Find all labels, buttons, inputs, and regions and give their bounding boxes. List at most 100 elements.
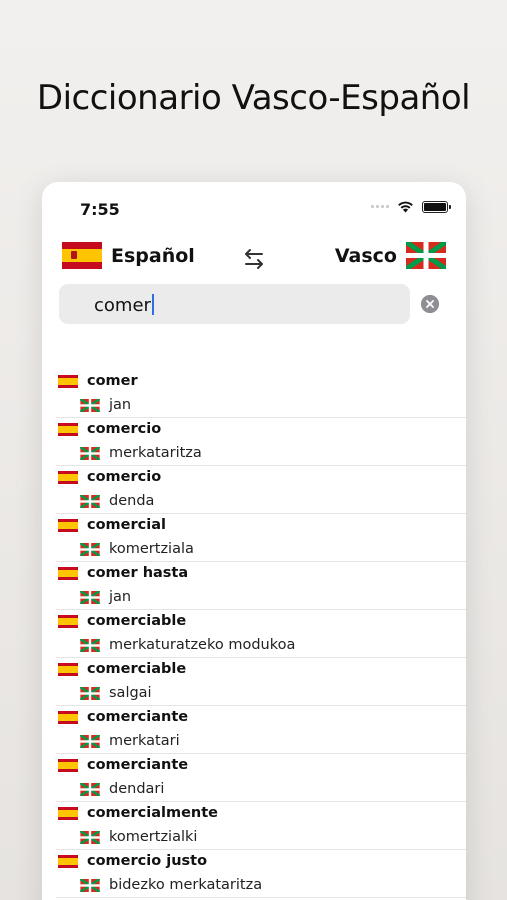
basque-word: merkaturatzeko modukoa [109,637,296,653]
basque-word: denda [109,493,155,509]
result-row[interactable]: comercio merkataritza [42,418,466,466]
phone-screen: 7:55 Español Vasco comer comer jan comer… [42,182,466,900]
basque-translation: denda [80,493,154,509]
result-row[interactable]: comer jan [42,370,466,418]
spanish-word: comerciante [87,757,189,773]
ikurrina-flag-icon [80,734,100,748]
result-row[interactable]: comercial komertziala [42,514,466,562]
basque-word: dendari [109,781,165,797]
spanish-entry: comerciante [58,757,188,773]
spanish-word: comerciante [87,709,189,725]
spanish-word: comer hasta [87,565,189,581]
spanish-word: comercial [87,517,166,533]
basque-translation: bidezko merkataritza [80,877,262,893]
source-language-button[interactable]: Español [62,242,195,269]
battery-icon [422,200,451,213]
basque-translation: salgai [80,685,152,701]
spain-flag-icon [62,242,102,269]
spanish-entry: comercialmente [58,805,218,821]
spanish-entry: comerciante [58,709,188,725]
text-caret [151,294,154,315]
spanish-entry: comercio [58,469,161,485]
result-row[interactable]: comerciante merkatari [42,706,466,754]
spain-flag-icon [58,422,78,436]
spain-flag-icon [58,518,78,532]
ikurrina-flag-icon [80,878,100,892]
basque-word: komertziala [109,541,194,557]
result-row[interactable]: comercio denda [42,466,466,514]
spanish-entry: comercio justo [58,853,207,869]
result-row[interactable]: comerciable merkaturatzeko modukoa [42,610,466,658]
row-divider [56,897,466,898]
spanish-entry: comercio [58,421,161,437]
ikurrina-flag-icon [80,830,100,844]
spain-flag-icon [58,854,78,868]
spanish-entry: comer [58,373,138,389]
status-bar: 7:55 [42,182,466,232]
basque-translation: jan [80,397,131,413]
spanish-entry: comerciable [58,661,186,677]
spanish-word: comerciable [87,613,187,629]
basque-translation: jan [80,589,131,605]
basque-word: merkataritza [109,445,202,461]
wifi-icon [398,201,413,213]
basque-translation: komertziala [80,541,194,557]
spain-flag-icon [58,614,78,628]
result-row[interactable]: comerciante dendari [42,754,466,802]
spanish-word: comercio [87,421,162,437]
ikurrina-flag-icon [80,398,100,412]
language-selector: Español Vasco [42,232,466,282]
status-time: 7:55 [80,200,120,219]
clear-search-icon[interactable] [421,295,439,313]
basque-word: jan [109,589,132,605]
search-row: comer [42,282,466,334]
spain-flag-icon [58,758,78,772]
spanish-word: comercio justo [87,853,208,869]
target-language-label: Vasco [334,244,397,267]
basque-word: komertzialki [109,829,198,845]
result-row[interactable]: comer hasta jan [42,562,466,610]
swap-languages-icon[interactable] [240,246,268,272]
ikurrina-flag-icon [80,782,100,796]
result-row[interactable]: comercio justo bidezko merkataritza [42,850,466,898]
ikurrina-flag-icon [406,242,446,269]
result-row[interactable]: comerciable salgai [42,658,466,706]
spanish-entry: comercial [58,517,166,533]
source-language-label: Español [111,244,195,267]
spain-flag-icon [58,710,78,724]
spanish-entry: comerciable [58,613,186,629]
basque-translation: dendari [80,781,164,797]
spanish-word: comercialmente [87,805,219,821]
spain-flag-icon [58,374,78,388]
spain-flag-icon [58,470,78,484]
basque-word: salgai [109,685,152,701]
basque-translation: merkatari [80,733,180,749]
status-icons [371,200,451,213]
ikurrina-flag-icon [80,494,100,508]
basque-translation: merkataritza [80,445,202,461]
basque-translation: merkaturatzeko modukoa [80,637,295,653]
spanish-word: comer [87,373,138,389]
search-input-value: comer [94,294,154,316]
result-row[interactable]: comercialmente komertzialki [42,802,466,850]
spain-flag-icon [58,806,78,820]
ikurrina-flag-icon [80,446,100,460]
spain-flag-icon [58,662,78,676]
basque-translation: komertzialki [80,829,197,845]
ikurrina-flag-icon [80,542,100,556]
page-title: Diccionario Vasco-Español [36,78,471,118]
search-input[interactable]: comer [59,284,410,324]
basque-word: jan [109,397,132,413]
results-list: comer jan comercio merkataritza comercio dend… [42,370,466,898]
spain-flag-icon [58,566,78,580]
ikurrina-flag-icon [80,686,100,700]
spanish-word: comercio [87,469,162,485]
target-language-button[interactable]: Vasco [335,242,446,269]
cellular-signal-icon [371,205,389,208]
basque-word: bidezko merkataritza [109,877,263,893]
ikurrina-flag-icon [80,590,100,604]
spanish-entry: comer hasta [58,565,188,581]
spanish-word: comerciable [87,661,187,677]
ikurrina-flag-icon [80,638,100,652]
basque-word: merkatari [109,733,180,749]
